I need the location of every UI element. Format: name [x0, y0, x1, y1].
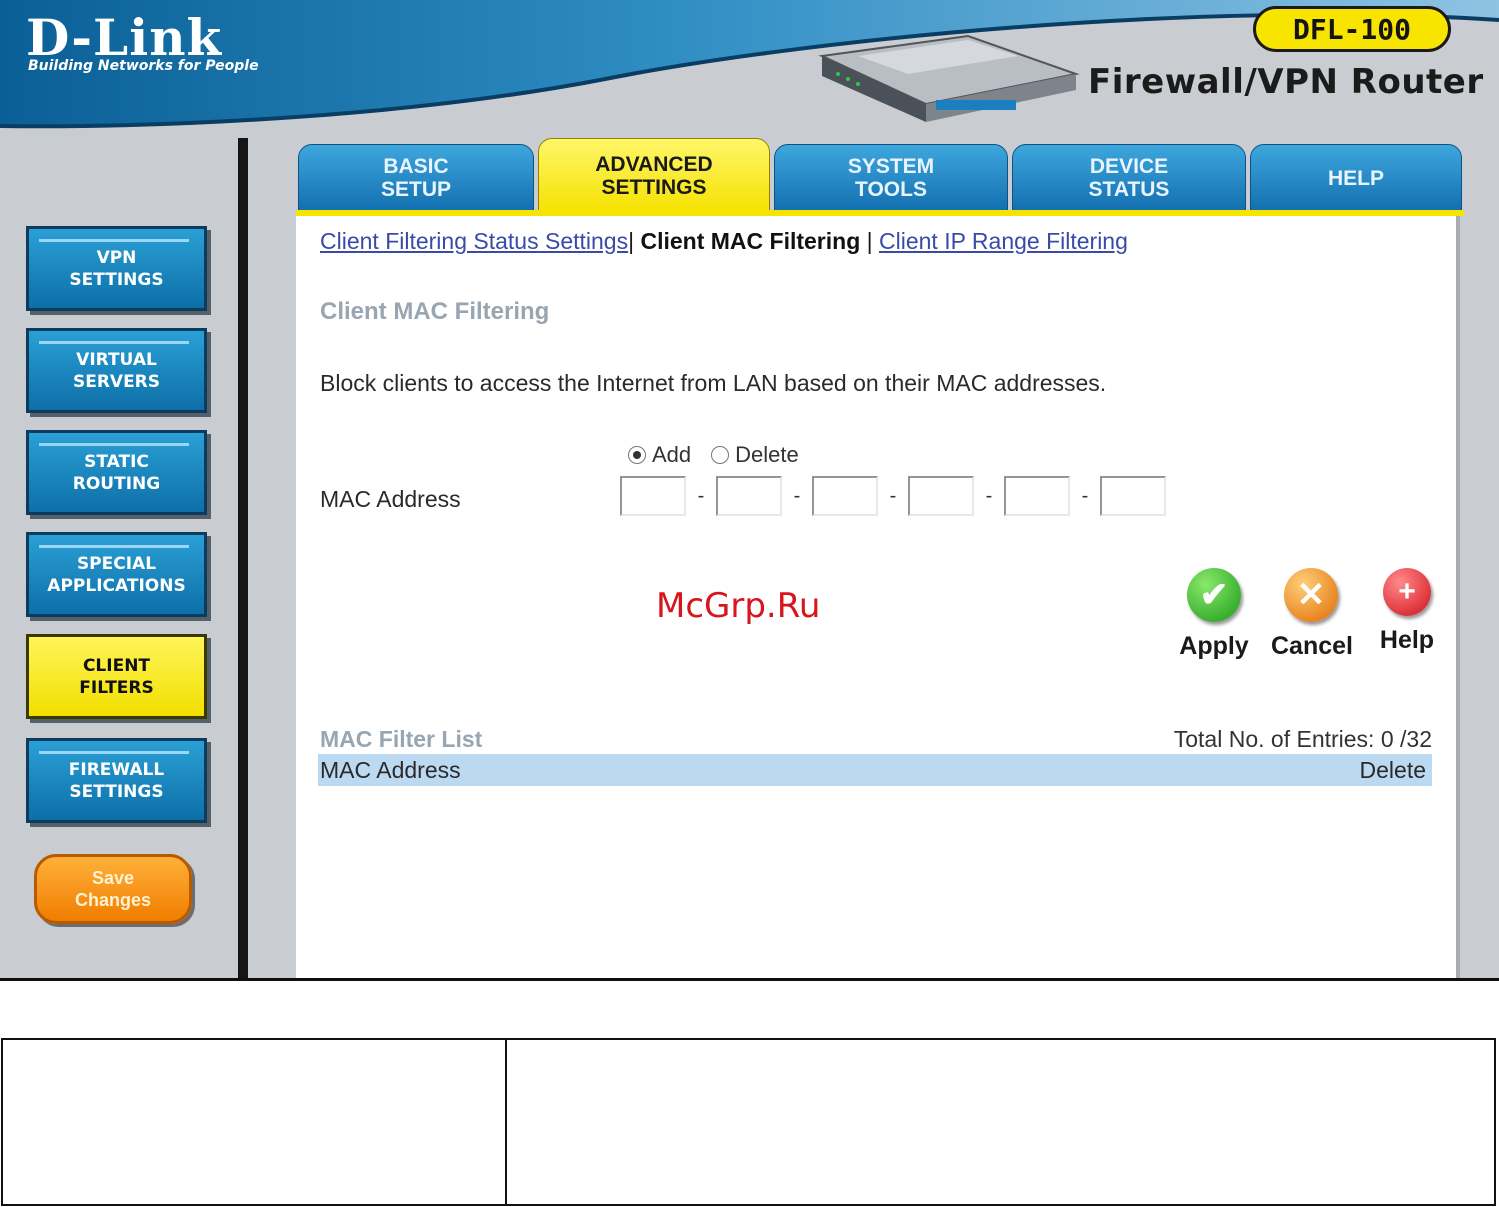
sidebar-item-label: STATIC ROUTING — [72, 451, 161, 494]
mac-filter-list-header: MAC Address Delete — [318, 754, 1432, 786]
sidebar-item-label: FIREWALL SETTINGS — [68, 759, 165, 802]
sidebar-item-label: CLIENT FILTERS — [79, 655, 154, 698]
model-badge: DFL-100 — [1253, 6, 1451, 52]
watermark-text: McGrp.Ru — [656, 586, 821, 626]
section-title: Client MAC Filtering — [320, 298, 550, 325]
table-column-divider — [505, 1040, 507, 1204]
add-delete-radio-group: Add Delete — [628, 442, 799, 468]
mac-separator: - — [697, 484, 705, 507]
router-device-image — [818, 34, 1080, 122]
tab-device-status[interactable]: DEVICE STATUS — [1012, 144, 1246, 212]
sidebar-item-label: SPECIAL APPLICATIONS — [47, 553, 186, 596]
apply-button[interactable]: ✔ Apply — [1174, 568, 1254, 661]
product-name: Firewall/VPN Router — [1088, 62, 1484, 102]
subnav-link-ip-range-filtering[interactable]: Client IP Range Filtering — [879, 228, 1128, 254]
radio-add-label: Add — [652, 442, 692, 467]
frame-bottom-border — [0, 978, 1499, 981]
tab-system-tools[interactable]: SYSTEM TOOLS — [774, 144, 1008, 212]
column-header-mac-address: MAC Address — [320, 756, 461, 783]
subnav-separator: | — [628, 228, 635, 254]
save-changes-button[interactable]: Save Changes — [34, 854, 192, 924]
sidebar-item-virtual-servers[interactable]: VIRTUAL SERVERS — [26, 328, 207, 413]
tab-basic-setup[interactable]: BASIC SETUP — [298, 144, 534, 212]
mac-address-inputs: - - - - - — [620, 476, 1166, 516]
apply-label: Apply — [1179, 632, 1249, 660]
sidebar-item-label: VIRTUAL SERVERS — [72, 349, 161, 392]
help-label: Help — [1379, 626, 1435, 654]
sidebar-item-special-applications[interactable]: SPECIAL APPLICATIONS — [26, 532, 207, 617]
mac-octet-2-input[interactable] — [716, 476, 782, 516]
cancel-button[interactable]: ✕ Cancel — [1271, 568, 1353, 661]
subnav: Client Filtering Status Settings| Client… — [320, 228, 1128, 255]
sidebar-item-static-routing[interactable]: STATIC ROUTING — [26, 430, 207, 515]
router-admin-frame: D-Link Building Networks for People DFL-… — [0, 0, 1499, 981]
mac-separator: - — [985, 484, 993, 507]
header-banner: D-Link Building Networks for People DFL-… — [0, 0, 1499, 132]
sidebar-item-label: VPN SETTINGS — [69, 247, 164, 290]
content-panel: Client Filtering Status Settings| Client… — [296, 216, 1460, 981]
tab-advanced-settings[interactable]: ADVANCED SETTINGS — [538, 138, 770, 214]
radio-add[interactable] — [628, 446, 646, 464]
subnav-link-filtering-status[interactable]: Client Filtering Status Settings — [320, 228, 628, 254]
sidebar-item-client-filters[interactable]: CLIENT FILTERS — [26, 634, 207, 719]
mac-address-label: MAC Address — [320, 486, 461, 512]
mac-octet-5-input[interactable] — [1004, 476, 1070, 516]
mac-octet-1-input[interactable] — [620, 476, 686, 516]
subnav-separator: | — [866, 228, 873, 254]
tab-help[interactable]: HELP — [1250, 144, 1462, 212]
sidebar-divider — [238, 138, 248, 981]
help-button[interactable]: + Help — [1364, 568, 1450, 655]
document-table — [1, 1038, 1496, 1206]
subnav-current-mac-filtering: Client MAC Filtering — [640, 228, 861, 254]
radio-delete-label: Delete — [735, 442, 799, 467]
mac-separator: - — [889, 484, 897, 507]
checkmark-icon: ✔ — [1187, 568, 1241, 622]
mac-filter-list-title: MAC Filter List — [320, 726, 483, 752]
total-entries: Total No. of Entries: 0 /32 — [1173, 726, 1432, 752]
sidebar-item-vpn-settings[interactable]: VPN SETTINGS — [26, 226, 207, 311]
mac-octet-3-input[interactable] — [812, 476, 878, 516]
plus-help-icon: + — [1383, 568, 1431, 616]
column-header-delete: Delete — [1359, 756, 1426, 783]
mac-octet-6-input[interactable] — [1100, 476, 1166, 516]
cancel-x-icon: ✕ — [1284, 568, 1338, 622]
description-text: Block clients to access the Internet fro… — [320, 370, 1107, 396]
cancel-label: Cancel — [1271, 632, 1353, 660]
radio-delete[interactable] — [711, 446, 730, 464]
logo-tagline: Building Networks for People — [28, 58, 259, 74]
mac-octet-4-input[interactable] — [908, 476, 974, 516]
sidebar-item-firewall-settings[interactable]: FIREWALL SETTINGS — [26, 738, 207, 823]
mac-separator: - — [1081, 484, 1089, 507]
mac-separator: - — [793, 484, 801, 507]
